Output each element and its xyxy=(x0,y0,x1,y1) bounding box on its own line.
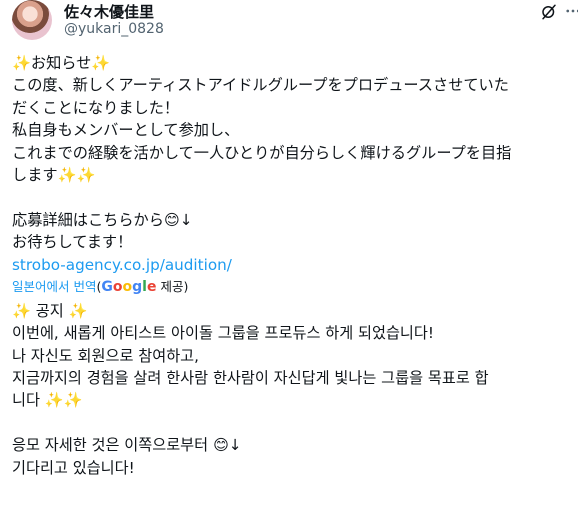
tweet-text-line: 私自身もメンバーとして参加し、 xyxy=(12,121,240,140)
translated-text-line: 기다리고 있습니다! xyxy=(12,458,135,477)
tweet-text-line: だくことになりました！ xyxy=(12,98,180,117)
translated-text-line: 응모 자세한 것은 이쪽으로부터 😊↓ xyxy=(12,436,242,455)
translated-text: ✨ 공지 ✨ 이번에, 새롭게 아티스트 아이돌 그룹을 프로듀스 하게 되었습… xyxy=(12,300,568,479)
translated-from-link[interactable]: 일본어에서 번역 xyxy=(12,279,96,294)
avatar[interactable] xyxy=(12,0,52,40)
provided-label: 제공) xyxy=(156,278,189,294)
tweet-header: 佐々木優佳里 @yukari_0828 xyxy=(12,0,578,42)
tweet-text-line: お待ちしてます！ xyxy=(12,233,133,252)
translated-text-line: 니다 ✨✨ xyxy=(12,391,83,410)
translated-text-line: 지금까지의 경험을 살려 한사람 한사람이 자신답게 빛나는 그룹을 목표로 합 xyxy=(12,369,489,388)
translated-text-line: 나 자신도 회원으로 참여하고, xyxy=(12,346,199,365)
tweet-text-line: ✨お知らせ✨ xyxy=(12,54,111,72)
user-handle[interactable]: @yukari_0828 xyxy=(64,21,164,37)
more-icon[interactable] xyxy=(564,2,578,20)
tweet-text-line: これまでの経験を活かして一人ひとりが自分らしく輝けるグループを目指 xyxy=(12,143,512,162)
display-name[interactable]: 佐々木優佳里 xyxy=(64,1,154,22)
translation-attribution: 일본어에서 번역(Google 제공) xyxy=(12,278,568,298)
grok-icon[interactable] xyxy=(540,3,558,21)
tweet-body: ✨お知らせ✨ この度、新しくアーティストアイドルグループをプロデュースさせていた… xyxy=(12,52,568,479)
tweet-text-line: この度、新しくアーティストアイドルグループをプロデュースさせていた xyxy=(12,76,509,95)
audition-link[interactable]: strobo-agency.co.jp/audition/ xyxy=(12,254,568,276)
translated-text-line: ✨ 공지 ✨ xyxy=(12,301,88,320)
translated-text-line: 이번에, 새롭게 아티스트 아이돌 그룹을 프로듀스 하게 되었습니다! xyxy=(12,324,434,343)
tweet-text-line: します✨✨ xyxy=(12,165,96,184)
tweet-text-line: 応募詳細はこちらから😊↓ xyxy=(12,210,193,229)
google-logo: Google xyxy=(101,278,157,295)
tweet-card: 佐々木優佳里 @yukari_0828 ✨お知らせ✨ この度、新しくアーティスト… xyxy=(0,0,578,509)
